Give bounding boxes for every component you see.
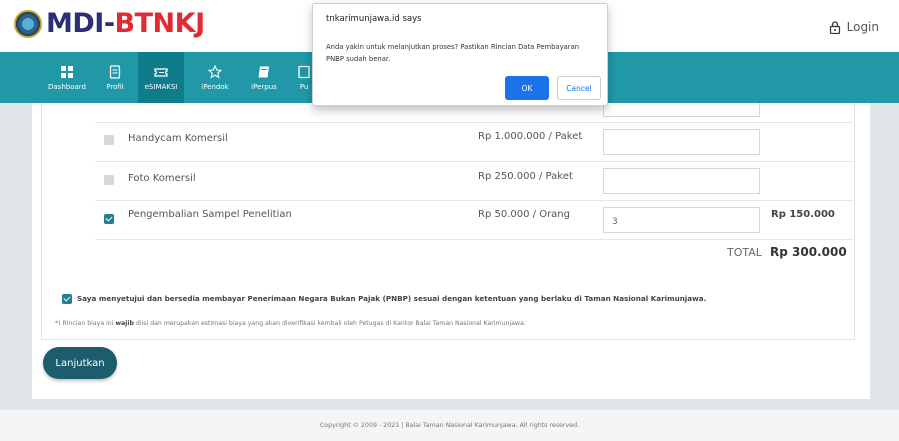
ok-button[interactable]: OK [505,76,549,100]
continue-button[interactable]: Lanjutkan [43,347,117,379]
nav-ipendok[interactable]: iPendok [199,52,231,103]
nav-label: iPendok [201,82,229,91]
document-icon [109,64,121,79]
site-logo[interactable]: MDI-BTNKJ [14,8,205,40]
login-link[interactable]: Login [829,20,879,34]
logo-text: MDI-BTNKJ [46,8,205,40]
nav-more[interactable]: Pu [296,52,312,103]
note-bold: wajib [115,320,134,327]
note-suffix: diisi dan merupakan estimasi biaya yang … [133,320,526,327]
logo-emblem-icon [14,10,42,38]
nav-label: Pu [299,82,309,91]
row-divider [95,200,853,201]
row-divider [95,239,853,240]
nav-label: Profil [106,82,124,91]
footer-copyright: Copyright © 2009 - 2021 | Balai Taman Na… [0,409,899,441]
quantity-input[interactable] [603,168,760,194]
confirm-dialog: tnkarimunjawa.id says Anda yakin untuk m… [312,3,608,106]
quantity-input[interactable] [603,129,760,155]
item-label: Foto Komersil [128,173,196,184]
nav-iperpus[interactable]: iPerpus [247,52,281,103]
total-value: Rp 300.000 [770,245,847,259]
nav-esimaksi[interactable]: eSIMAKSI [138,52,184,103]
item-label: Pengembalian Sampel Penelitian [128,209,292,220]
star-icon [208,64,222,79]
row-divider [95,161,853,162]
ticket-icon [154,67,168,77]
item-subtotal: Rp 150.000 [771,209,835,220]
more-icon [298,65,310,78]
item-label: Handycam Komersil [128,133,228,144]
quantity-input[interactable]: 3 [603,207,760,233]
book-icon [258,66,269,77]
lock-icon [829,20,840,34]
total-label: TOTAL [727,246,762,259]
quantity-input-partial[interactable] [603,103,760,117]
logo-prefix: MDI- [46,8,115,39]
item-price: Rp 1.000.000 / Paket [478,131,583,142]
disclaimer-note: *) Rincian biaya ini wajib diisi dan mer… [55,320,526,327]
logo-suffix: BTNKJ [114,8,206,39]
dashboard-icon [61,65,73,78]
item-price: Rp 250.000 / Paket [478,171,573,182]
nav-dashboard[interactable]: Dashboard [47,52,87,103]
cancel-button[interactable]: Cancel [557,76,601,100]
nav-label: iPerpus [251,82,277,91]
nav-label: eSIMAKSI [144,82,178,91]
agreement-checkbox[interactable] [62,294,72,304]
login-label: Login [846,20,879,34]
item-checkbox[interactable] [104,175,114,185]
row-divider [95,122,853,123]
note-prefix: *) Rincian biaya ini [55,320,116,327]
dialog-message: Anda yakin untuk melanjutkan proses? Pas… [326,43,580,63]
agreement-text: Saya menyetujui dan bersedia membayar Pe… [77,294,707,303]
dialog-title: tnkarimunjawa.id says [326,14,422,24]
nav-profil[interactable]: Profil [98,52,132,103]
nav-label: Dashboard [48,82,86,91]
item-price: Rp 50.000 / Orang [478,209,570,220]
item-checkbox[interactable] [104,135,114,145]
item-checkbox-checked[interactable] [104,214,114,224]
